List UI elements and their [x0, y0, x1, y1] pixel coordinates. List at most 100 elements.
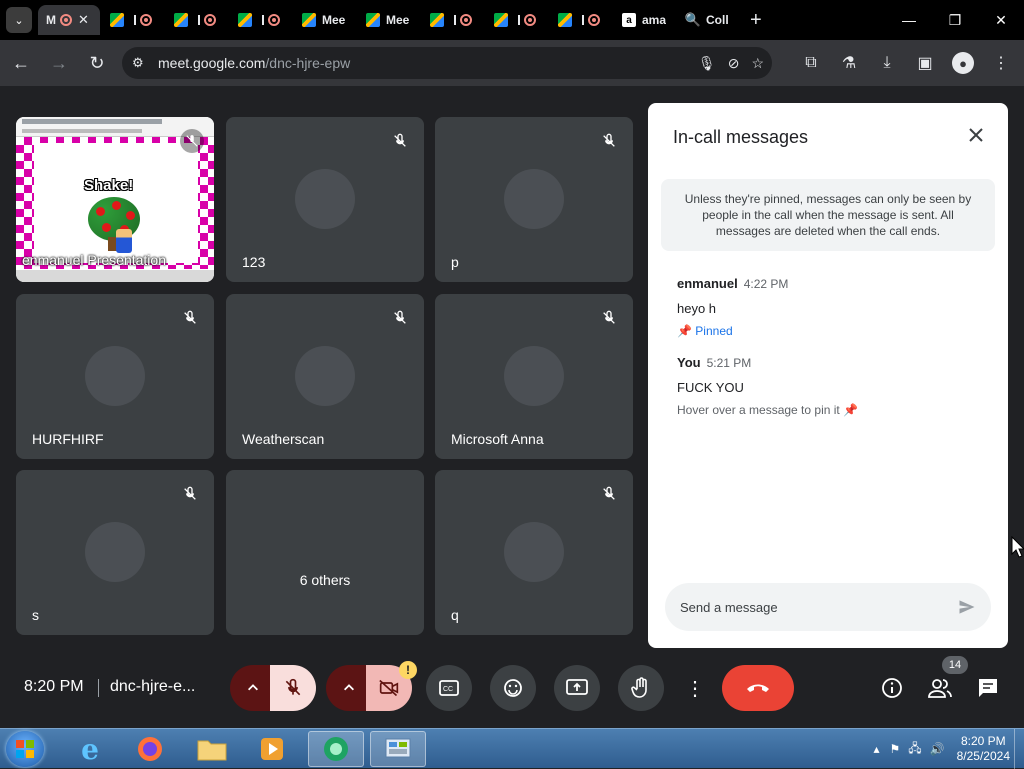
taskbar-media-player[interactable]	[244, 731, 300, 767]
url-path: /dnc-hjre-epw	[265, 55, 351, 71]
omnibox-icons: 🎙 ⊘ ☆	[698, 47, 764, 79]
recording-icon	[204, 14, 216, 26]
avatar	[85, 522, 145, 582]
send-message-input[interactable]	[680, 597, 940, 617]
internet-explorer-icon: e	[81, 732, 99, 766]
tab-meet[interactable]	[102, 5, 164, 35]
participant-tile-others[interactable]: 6 others	[226, 470, 424, 635]
message-time: 4:22 PM	[743, 277, 789, 291]
svg-text:CC: CC	[443, 686, 453, 693]
network-icon[interactable]: 🖧	[908, 739, 921, 760]
tab-close-icon[interactable]: ✕	[78, 12, 89, 28]
start-button[interactable]	[6, 731, 44, 767]
taskbar-clock[interactable]: 8:20 PM 8/25/2024	[957, 734, 1010, 764]
reload-icon[interactable]: ↻	[80, 46, 114, 80]
taskbar-control-panel[interactable]	[370, 731, 426, 767]
mic-off-icon	[178, 482, 202, 506]
more-options-button[interactable]: ⋮	[672, 665, 718, 711]
window-close-icon[interactable]: ✕	[978, 0, 1024, 40]
emoji-reaction-button[interactable]	[490, 665, 536, 711]
labs-icon[interactable]: ⚗	[832, 46, 866, 80]
tab-meet[interactable]	[550, 5, 612, 35]
tab-meet-active[interactable]: M ✕	[38, 5, 100, 35]
mic-off-icon	[597, 482, 621, 506]
participant-tile-presentation[interactable]: Shake! enmanuel Presentation	[16, 117, 214, 282]
url-text: meet.google.com/dnc-hjre-epw	[158, 55, 350, 71]
participant-tile[interactable]: Weatherscan	[226, 294, 424, 459]
leave-call-button[interactable]	[722, 665, 794, 711]
tab-meet[interactable]	[166, 5, 228, 35]
taskbar-internet-explorer[interactable]: e	[62, 731, 118, 767]
info-icon	[882, 678, 902, 698]
mic-off-icon	[388, 306, 412, 330]
pinned-status: Pinned	[695, 324, 733, 338]
taskbar-file-explorer[interactable]	[184, 731, 240, 767]
profile-avatar-icon[interactable]: ●	[952, 52, 974, 74]
browser-tab-strip: ⌄ M ✕ Mee Mee a ama 🔍 Coll + — ❐ ✕	[0, 0, 1024, 40]
taskbar-firefox[interactable]	[122, 731, 178, 767]
toolbar-right: ⧉ ⚗ ⤓ ▣ ● ⋮	[794, 46, 1018, 80]
participant-tile[interactable]: HURFHIRF	[16, 294, 214, 459]
people-button[interactable]	[928, 676, 952, 700]
download-icon[interactable]: ⤓	[870, 46, 904, 80]
show-hidden-icons[interactable]: ▴	[873, 742, 879, 756]
panel-title: In-call messages	[673, 127, 809, 147]
control-panel-icon	[385, 738, 411, 758]
chat-message[interactable]: enmanuel 4:22 PM heyo h 📌 Pinned	[677, 275, 977, 338]
pin-icon: 📌	[843, 403, 859, 417]
back-icon[interactable]: ←	[4, 46, 38, 80]
taskbar-browser[interactable]	[308, 731, 364, 767]
participant-tile[interactable]: q	[435, 470, 633, 635]
site-info-icon[interactable]: ⚙	[132, 55, 152, 71]
tab-meet[interactable]	[486, 5, 548, 35]
people-icon	[928, 679, 952, 698]
captions-button[interactable]: CC	[426, 665, 472, 711]
show-desktop-button[interactable]	[1014, 729, 1024, 769]
audio-bar-icon	[198, 15, 200, 25]
chat-message[interactable]: You 5:21 PM FUCK YOU Hover over a message…	[677, 354, 977, 417]
camera-blocked-icon[interactable]: ⊘	[728, 55, 740, 72]
tab-google[interactable]: 🔍 Coll	[678, 5, 740, 35]
bookmark-star-icon[interactable]: ☆	[751, 55, 764, 72]
pin-hint: Hover over a message to pin it	[677, 403, 840, 417]
recording-icon	[524, 14, 536, 26]
close-panel-button[interactable]	[964, 123, 988, 147]
recording-icon	[140, 14, 152, 26]
extensions-icon[interactable]: ⧉	[794, 46, 828, 80]
participant-tile[interactable]: Microsoft Anna	[435, 294, 633, 459]
microphone-toggle-button[interactable]	[270, 665, 316, 711]
tab-meet[interactable]	[230, 5, 292, 35]
chat-notice: Unless they're pinned, messages can only…	[661, 179, 995, 251]
present-screen-button[interactable]	[554, 665, 600, 711]
tab-search-button[interactable]: ⌄	[6, 7, 32, 33]
meet-favicon-icon	[110, 13, 124, 27]
meeting-details-button[interactable]	[880, 676, 904, 700]
tab-meet[interactable]: Mee	[358, 5, 420, 35]
side-panel-icon[interactable]: ▣	[908, 46, 942, 80]
folder-icon	[197, 740, 227, 761]
microphone-icon[interactable]: 🎙	[698, 55, 716, 72]
new-tab-icon[interactable]: +	[750, 9, 762, 32]
raise-hand-button[interactable]	[618, 665, 664, 711]
tab-label: Coll	[706, 13, 729, 27]
more-menu-icon[interactable]: ⋮	[984, 46, 1018, 80]
participant-tile[interactable]: s	[16, 470, 214, 635]
minimize-icon[interactable]: —	[886, 0, 932, 40]
restore-icon[interactable]: ❐	[932, 0, 978, 40]
warning-badge: !	[399, 661, 417, 679]
audio-bar-icon	[454, 15, 456, 25]
action-center-flag-icon[interactable]: ⚑	[890, 742, 901, 756]
tab-meet[interactable]: Mee	[294, 5, 356, 35]
url-host: meet.google.com	[158, 55, 266, 71]
tab-amazon[interactable]: a ama	[614, 5, 676, 35]
taskbar-time: 8:20 PM	[960, 734, 1006, 748]
send-button[interactable]	[955, 595, 979, 619]
participant-tile[interactable]: 123	[226, 117, 424, 282]
forward-icon[interactable]: →	[42, 46, 76, 80]
hand-icon	[631, 677, 647, 698]
tab-meet[interactable]	[422, 5, 484, 35]
participant-tile[interactable]: p	[435, 117, 633, 282]
chat-button[interactable]	[976, 676, 1000, 700]
address-bar[interactable]: ⚙ meet.google.com/dnc-hjre-epw 🎙 ⊘ ☆	[122, 47, 772, 79]
volume-icon[interactable]: 🔊	[930, 742, 945, 756]
